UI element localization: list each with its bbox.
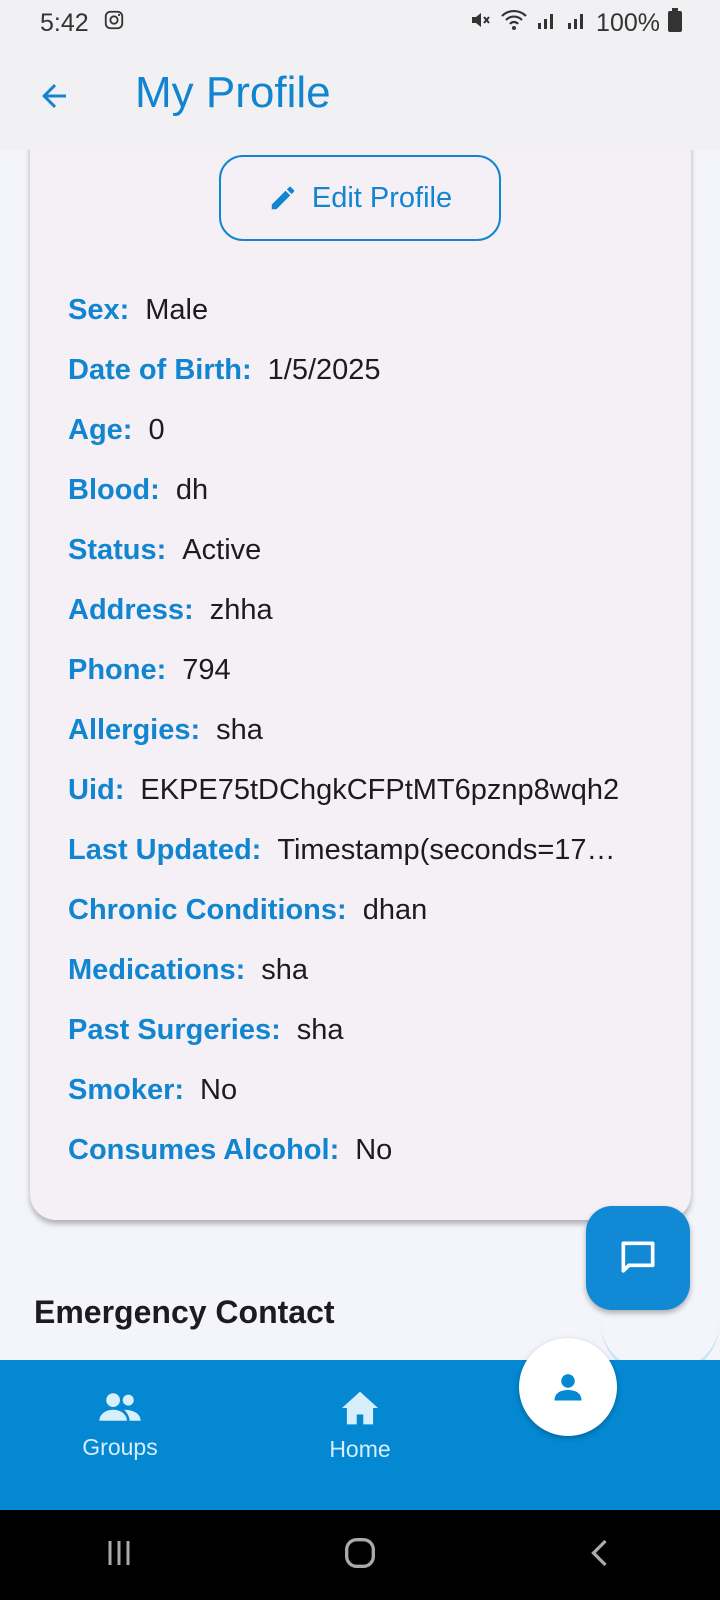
status-bar: 5:42 100%	[0, 0, 720, 46]
field-label: Consumes Alcohol:	[68, 1133, 340, 1166]
field-label: Smoker:	[68, 1073, 185, 1106]
field-allergies: Allergies: sha	[68, 700, 668, 760]
field-value: Active	[182, 533, 262, 566]
edit-profile-label: Edit Profile	[311, 181, 453, 214]
field-label: Medications:	[68, 953, 246, 986]
field-smoker: Smoker: No	[68, 1060, 668, 1120]
app-bar: My Profile	[0, 46, 720, 150]
field-value: Male	[145, 293, 209, 326]
field-past-surgeries: Past Surgeries: sha	[68, 1000, 668, 1060]
field-label: Uid:	[68, 773, 125, 806]
profile-fields: Sex: Male Date of Birth: 1/5/2025 Age: 0 Bl…	[68, 280, 668, 1180]
field-age: Age: 0	[68, 400, 668, 460]
field-sex: Sex: Male	[68, 280, 668, 340]
field-label: Status:	[68, 533, 167, 566]
field-value: 0	[148, 413, 165, 446]
field-label: Phone:	[68, 653, 167, 686]
nav-label-groups: Groups	[82, 1434, 158, 1460]
back-system-icon[interactable]	[583, 1535, 619, 1576]
mute-icon	[468, 8, 492, 39]
nav-label-home: Home	[329, 1436, 391, 1462]
field-chronic-conditions: Chronic Conditions: dhan	[68, 880, 668, 940]
field-value: 794	[182, 653, 231, 686]
field-label: Past Surgeries:	[68, 1013, 281, 1046]
battery-icon	[668, 7, 682, 39]
home-icon	[342, 1391, 378, 1425]
field-phone: Phone: 794	[68, 640, 668, 700]
field-label: Sex:	[68, 293, 130, 326]
field-consumes-alcohol: Consumes Alcohol: No	[68, 1120, 668, 1180]
groups-icon	[99, 1393, 141, 1421]
arrow-back-icon	[42, 84, 66, 108]
field-status: Status: Active	[68, 520, 668, 580]
field-value: sha	[296, 1013, 344, 1046]
emergency-contact-title: Emergency Contact	[34, 1294, 335, 1330]
field-label: Blood:	[68, 473, 160, 506]
field-value: EKPE75tDChgkCFPtMT6pznp8wqh2	[140, 773, 620, 806]
signal-icon-2	[566, 9, 588, 38]
home-system-icon[interactable]	[340, 1533, 380, 1578]
field-date-of-birth: Date of Birth: 1/5/2025	[68, 340, 668, 400]
field-blood: Blood: dh	[68, 460, 668, 520]
page-title: My Profile	[135, 68, 331, 117]
signal-icon	[536, 9, 558, 38]
field-label: Allergies:	[68, 713, 201, 746]
field-value: dh	[175, 473, 209, 506]
field-value: sha	[261, 953, 309, 986]
field-label: Age:	[68, 413, 133, 446]
field-label: Last Updated:	[68, 833, 262, 866]
field-label: Address:	[68, 593, 194, 626]
chat-button[interactable]	[586, 1206, 690, 1310]
chat-icon	[621, 1241, 655, 1273]
field-address: Address: zhha	[68, 580, 668, 640]
system-nav-bar	[0, 1510, 720, 1600]
field-value: Timestamp(seconds=17…	[277, 833, 616, 866]
nav-item-home[interactable]: Home	[290, 1390, 430, 1463]
profile-nav-button[interactable]	[519, 1338, 617, 1436]
edit-icon	[271, 186, 295, 210]
status-time: 5:42	[40, 8, 89, 37]
field-value: zhha	[209, 593, 273, 626]
wifi-icon	[500, 8, 528, 39]
field-value: sha	[216, 713, 263, 746]
recent-apps-icon[interactable]	[101, 1535, 137, 1576]
field-value: No	[355, 1133, 393, 1166]
field-uid: Uid: EKPE75tDChgkCFPtMT6pznp8wqh2	[68, 760, 668, 820]
nav-item-groups[interactable]: Groups	[50, 1390, 190, 1461]
instagram-icon	[103, 9, 125, 38]
field-value: dhan	[362, 893, 428, 926]
edit-profile-button[interactable]: Edit Profile	[219, 155, 501, 241]
back-button[interactable]	[30, 72, 78, 120]
field-label: Chronic Conditions:	[68, 893, 347, 926]
field-medications: Medications: sha	[68, 940, 668, 1000]
person-icon	[554, 1374, 582, 1401]
field-value: No	[200, 1073, 238, 1106]
field-value: 1/5/2025	[267, 353, 381, 386]
field-last-updated: Last Updated: Timestamp(seconds=17…	[68, 820, 668, 880]
battery-level: 100%	[596, 8, 660, 37]
field-label: Date of Birth:	[68, 353, 252, 386]
